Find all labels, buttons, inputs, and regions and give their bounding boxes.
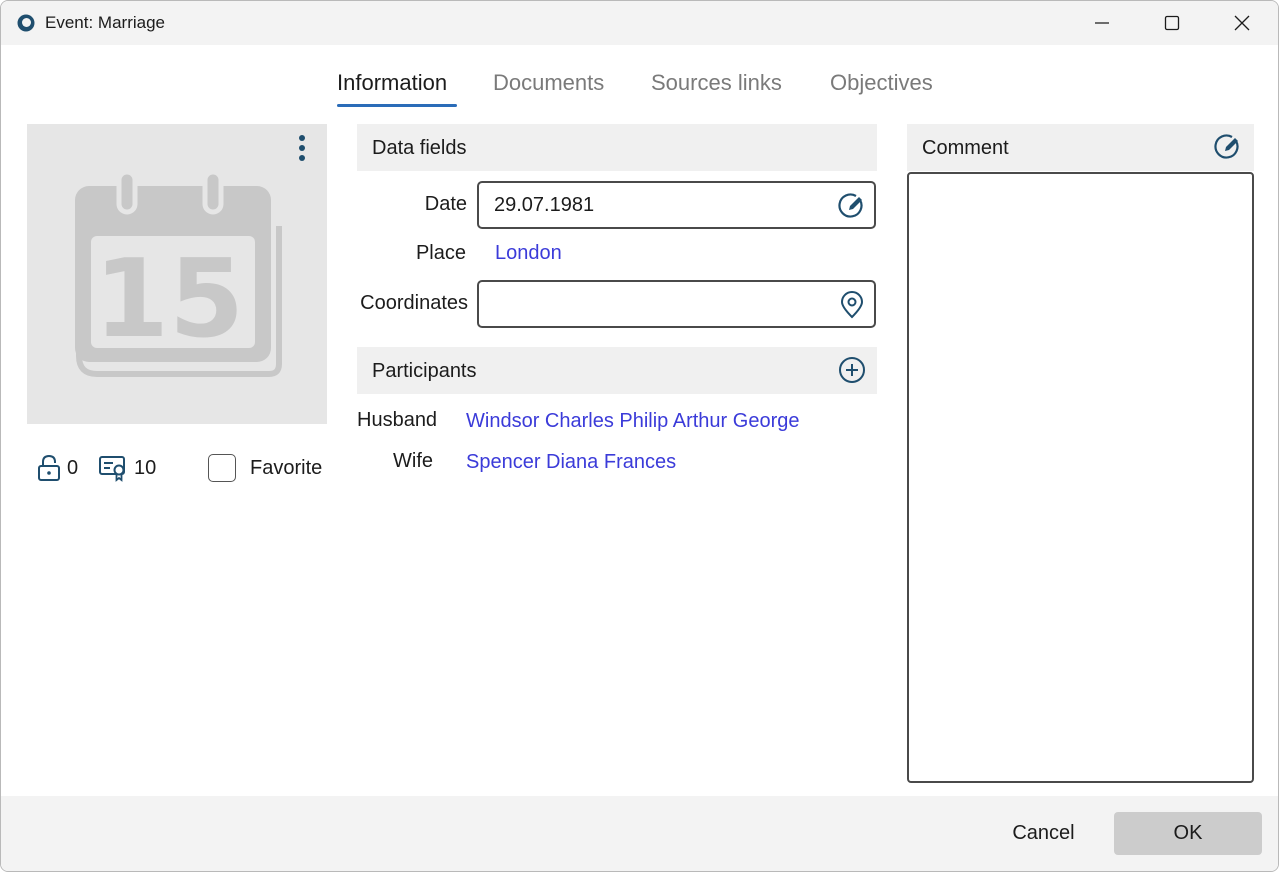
- participants-header: Participants: [357, 347, 877, 394]
- window-title: Event: Marriage: [45, 13, 165, 32]
- close-button[interactable]: [1207, 1, 1277, 45]
- place-link[interactable]: London: [495, 242, 562, 265]
- calendar-icon: 15: [75, 169, 282, 377]
- active-tab-indicator: [337, 104, 457, 107]
- minimize-icon: [1095, 22, 1109, 24]
- coordinates-label: Coordinates: [360, 292, 468, 314]
- participants-title: Participants: [372, 360, 477, 382]
- location-pin-icon[interactable]: [838, 291, 866, 319]
- maximize-icon: [1164, 15, 1180, 31]
- date-field[interactable]: 29.07.1981: [477, 181, 876, 229]
- place-label: Place: [415, 242, 466, 264]
- edit-comment-icon[interactable]: [1214, 133, 1242, 161]
- add-participant-icon[interactable]: [838, 356, 866, 384]
- comment-title: Comment: [922, 137, 1009, 159]
- lock-count-value: 0: [67, 456, 79, 479]
- wife-label: Wife: [393, 450, 433, 472]
- lock-count: 0: [37, 453, 78, 483]
- data-fields-header: Data fields: [357, 124, 877, 171]
- edit-icon[interactable]: [838, 192, 866, 220]
- comment-header: Comment: [907, 124, 1254, 171]
- calendar-day: 15: [94, 237, 244, 362]
- certificate-icon: [99, 456, 125, 482]
- date-value: 29.07.1981: [494, 194, 595, 216]
- tab-information[interactable]: Information: [337, 70, 447, 96]
- close-icon: [1234, 15, 1250, 31]
- husband-link[interactable]: Windsor Charles Philip Arthur George: [466, 410, 799, 433]
- coordinates-field[interactable]: [477, 280, 876, 328]
- title-bar: Event: Marriage: [1, 1, 1278, 45]
- tab-objectives[interactable]: Objectives: [830, 70, 933, 96]
- maximize-button[interactable]: [1137, 1, 1207, 45]
- tab-bar: Information Documents Sources links Obje…: [1, 45, 1278, 115]
- favorite-checkbox[interactable]: [208, 454, 236, 482]
- date-label: Date: [424, 193, 467, 215]
- wife-link[interactable]: Spencer Diana Frances: [466, 451, 676, 474]
- event-dialog: Event: Marriage Information Documents So…: [0, 0, 1279, 872]
- comment-textarea[interactable]: [907, 172, 1254, 783]
- certificate-count-value: 10: [134, 456, 157, 479]
- ok-button[interactable]: OK: [1114, 812, 1262, 855]
- certificate-count: 10: [98, 453, 156, 483]
- favorite-label: Favorite: [250, 457, 323, 479]
- lock-icon: [38, 454, 60, 481]
- event-image[interactable]: 15: [27, 124, 327, 424]
- tab-documents[interactable]: Documents: [493, 70, 604, 96]
- minimize-button[interactable]: [1067, 1, 1137, 45]
- cancel-button[interactable]: Cancel: [996, 813, 1091, 853]
- tab-sources-links[interactable]: Sources links: [651, 70, 782, 96]
- data-fields-title: Data fields: [372, 137, 467, 159]
- app-logo-icon: [17, 14, 35, 32]
- more-options-icon[interactable]: [287, 132, 317, 166]
- husband-label: Husband: [357, 409, 438, 431]
